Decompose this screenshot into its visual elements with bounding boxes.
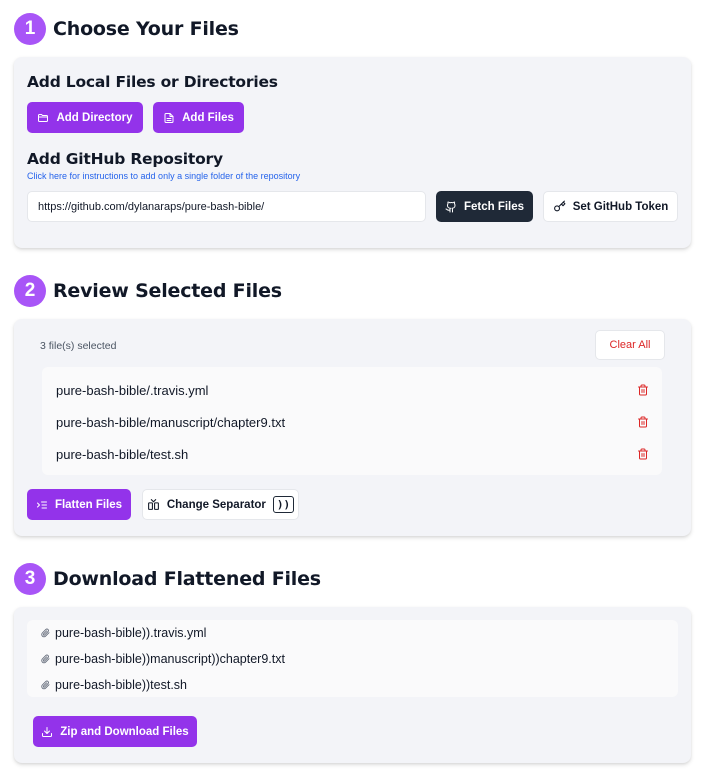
zip-and-download-button[interactable]: Zip and Download Files [33,716,197,747]
list-item: pure-bash-bible/test.sh [56,444,650,464]
step-2-header: 2 Review Selected Files [14,275,282,307]
flattened-file-name: pure-bash-bible)).travis.yml [55,626,207,640]
list-item: pure-bash-bible/.travis.yml [56,380,650,400]
list-item: pure-bash-bible))manuscript))chapter9.tx… [41,650,285,668]
list-item: pure-bash-bible)).travis.yml [41,624,206,642]
file-name: pure-bash-bible/.travis.yml [56,382,209,398]
add-files-button[interactable]: Add Files [153,102,244,133]
flatten-files-button[interactable]: Flatten Files [27,489,131,520]
trash-icon[interactable] [636,415,650,429]
clear-all-button[interactable]: Clear All [595,330,665,360]
file-icon [164,112,174,123]
list-item: pure-bash-bible/manuscript/chapter9.txt [56,412,650,432]
trash-icon[interactable] [636,383,650,397]
flattened-file-name: pure-bash-bible))test.sh [55,678,188,692]
add-directory-button[interactable]: Add Directory [27,102,143,133]
flattened-file-name: pure-bash-bible))manuscript))chapter9.tx… [55,652,285,666]
review-files-card: 3 file(s) selected Clear All pure-bash-b… [14,319,691,536]
set-github-token-label: Set GitHub Token [572,200,669,213]
download-files-card: pure-bash-bible)).travis.yml pure-bash-b… [14,607,691,763]
list-indent-icon [36,501,47,508]
file-name: pure-bash-bible/manuscript/chapter9.txt [56,414,286,430]
add-files-label: Add Files [182,111,234,124]
step-3-title: Download Flattened Files [53,568,321,590]
split-icon [147,499,159,510]
file-name: pure-bash-bible/test.sh [56,446,189,462]
step-2-title: Review Selected Files [53,280,282,302]
paperclip-icon [41,680,50,690]
flattened-file-list: pure-bash-bible)).travis.yml pure-bash-b… [27,620,678,697]
fetch-files-button[interactable]: Fetch Files [436,191,533,222]
add-directory-label: Add Directory [56,111,133,124]
folder-icon [38,113,49,122]
choose-files-card: Add Local Files or Directories Add Direc… [14,57,691,248]
step-1-badge: 1 [14,13,46,45]
selected-file-list: pure-bash-bible/.travis.yml pure-bash-bi… [42,367,662,475]
github-instructions-link[interactable]: Click here for instructions to add only … [27,171,300,181]
separator-value: )) [272,496,295,513]
key-icon [553,200,566,212]
step-3-header: 3 Download Flattened Files [14,563,321,595]
step-3-badge: 3 [14,563,46,595]
github-repo-url-input[interactable] [27,191,426,222]
step-1-header: 1 Choose Your Files [14,13,239,45]
download-icon [42,726,53,737]
change-separator-label: Change Separator [166,498,266,511]
trash-icon[interactable] [636,447,650,461]
github-repo-title: Add GitHub Repository [27,150,223,168]
set-github-token-button[interactable]: Set GitHub Token [543,191,678,222]
step-2-badge: 2 [14,275,46,307]
list-item: pure-bash-bible))test.sh [41,676,187,694]
flatten-files-label: Flatten Files [54,498,123,511]
local-files-title: Add Local Files or Directories [27,73,278,91]
github-icon [445,201,456,212]
change-separator-button[interactable]: Change Separator )) [142,489,299,520]
paperclip-icon [41,654,50,664]
paperclip-icon [41,628,50,638]
zip-and-download-label: Zip and Download Files [60,725,189,738]
step-1-title: Choose Your Files [53,18,239,40]
fetch-files-label: Fetch Files [463,200,525,213]
selected-file-count: 3 file(s) selected [40,340,117,352]
